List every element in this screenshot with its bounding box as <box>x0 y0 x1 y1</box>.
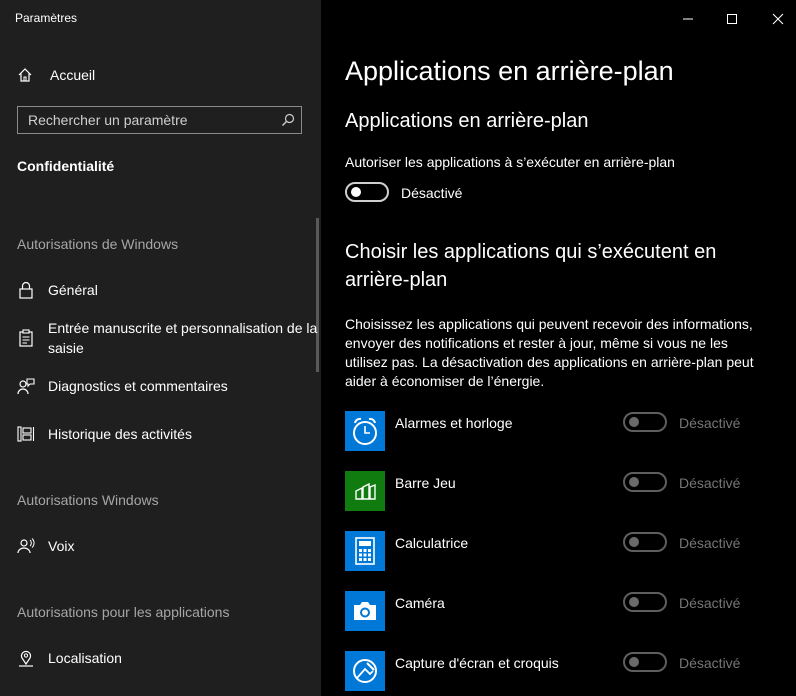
location-pin-icon <box>19 650 33 667</box>
sidebar-item-label: Localisation <box>48 650 122 666</box>
app-state: Désactivé <box>679 655 741 671</box>
list-item: Barre Jeu Désactivé <box>345 471 785 515</box>
sidebar-item-general[interactable]: Général <box>0 280 321 304</box>
search-icon[interactable] <box>281 113 295 127</box>
app-name: Barre Jeu <box>395 475 456 491</box>
list-item: Caméra Désactivé <box>345 591 785 635</box>
app-toggle-snip-sketch[interactable] <box>623 652 667 672</box>
clipboard-icon <box>19 329 33 347</box>
main-content: Applications en arrière-plan Application… <box>321 0 796 696</box>
current-section-title: Confidentialité <box>17 158 115 174</box>
app-name: Alarmes et horloge <box>395 415 513 431</box>
app-toggle-camera[interactable] <box>623 592 667 612</box>
allow-background-toggle[interactable] <box>345 182 389 202</box>
settings-window: Paramètres Accueil Confidentialité Autor… <box>0 0 796 696</box>
feedback-person-icon <box>17 378 35 395</box>
list-item: Calculatrice Désactivé <box>345 531 785 575</box>
alarm-clock-icon <box>345 411 385 451</box>
section-title: Applications en arrière-plan <box>345 110 589 132</box>
group-title-app-permissions: Autorisations pour les applications <box>17 604 230 620</box>
sidebar-item-label: Historique des activités <box>48 426 192 442</box>
toggle-knob <box>629 597 639 607</box>
sidebar-item-location[interactable]: Localisation <box>0 648 321 672</box>
sidebar-item-inking-typing[interactable]: Entrée manuscrite et personnalisation de… <box>0 318 321 360</box>
sidebar-item-label: Diagnostics et commentaires <box>48 378 228 394</box>
sidebar-item-home[interactable]: Accueil <box>0 60 321 90</box>
sidebar-item-label: Général <box>48 282 98 298</box>
snip-sketch-icon <box>345 651 385 691</box>
sidebar-item-activity-history[interactable]: Historique des activités <box>0 424 321 448</box>
camera-icon <box>345 591 385 631</box>
home-icon <box>18 68 32 82</box>
app-name: Calculatrice <box>395 535 469 551</box>
app-name: Capture d'écran et croquis <box>395 655 559 671</box>
lock-icon <box>19 281 33 299</box>
sidebar-item-diagnostics[interactable]: Diagnostics et commentaires <box>0 376 321 400</box>
sidebar: Paramètres Accueil Confidentialité Autor… <box>0 0 321 696</box>
page-title: Applications en arrière-plan <box>345 56 674 86</box>
toggle-knob <box>351 187 361 197</box>
group-title-windows-authorizations: Autorisations Windows <box>17 492 159 508</box>
search-box[interactable] <box>17 106 302 134</box>
sidebar-item-home-label: Accueil <box>50 67 96 83</box>
list-item: Alarmes et horloge Désactivé <box>345 411 785 455</box>
app-state: Désactivé <box>679 475 741 491</box>
sidebar-item-label: Voix <box>48 538 75 554</box>
minimize-icon[interactable] <box>677 8 699 30</box>
app-toggle-alarms[interactable] <box>623 412 667 432</box>
maximize-icon[interactable] <box>721 8 743 30</box>
toggle-knob <box>629 657 639 667</box>
close-icon[interactable] <box>767 8 789 30</box>
toggle-knob <box>629 537 639 547</box>
sidebar-item-voice[interactable]: Voix <box>0 536 321 560</box>
app-state: Désactivé <box>679 595 741 611</box>
calculator-icon <box>345 531 385 571</box>
window-title: Paramètres <box>15 11 78 25</box>
game-bar-icon <box>345 471 385 511</box>
allow-background-label: Autoriser les applications à s’exécuter … <box>345 154 675 170</box>
choose-apps-description: Choisissez les applications qui peuvent … <box>345 316 754 389</box>
choose-apps-title: Choisir les applications qui s’exécutent… <box>345 241 717 291</box>
app-name: Caméra <box>395 595 445 611</box>
timeline-icon <box>17 426 35 442</box>
voice-person-icon <box>17 538 35 554</box>
toggle-knob <box>629 417 639 427</box>
toggle-knob <box>629 477 639 487</box>
app-toggle-game-bar[interactable] <box>623 472 667 492</box>
sidebar-item-label: Entrée manuscrite et personnalisation de… <box>48 320 318 356</box>
group-title-windows-permissions: Autorisations de Windows <box>17 236 179 252</box>
list-item: Capture d'écran et croquis Désactivé <box>345 651 785 695</box>
search-input[interactable] <box>18 107 278 133</box>
allow-background-state: Désactivé <box>401 185 463 201</box>
app-state: Désactivé <box>679 535 741 551</box>
app-state: Désactivé <box>679 415 741 431</box>
app-toggle-calculator[interactable] <box>623 532 667 552</box>
